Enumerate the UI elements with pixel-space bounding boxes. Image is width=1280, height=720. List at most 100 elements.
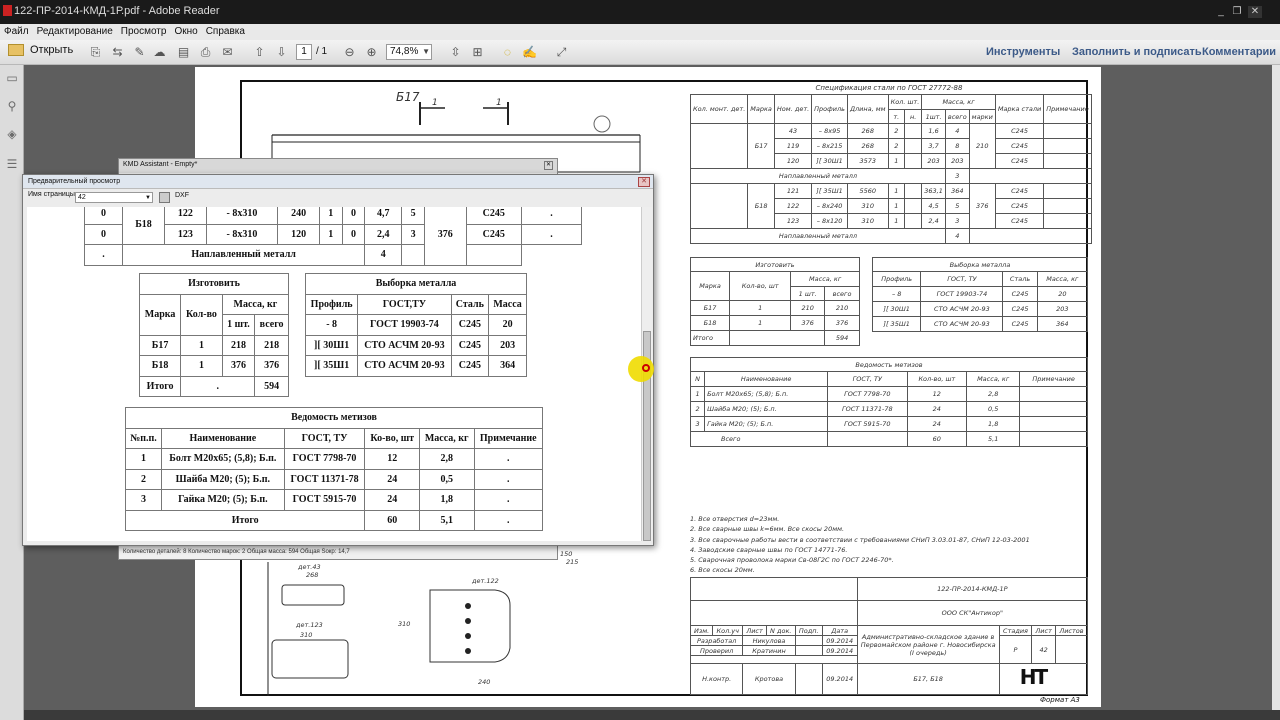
- stamp-code: 122-ПР-2014-КМД-1Р: [856, 577, 1089, 601]
- pv-spec-cell: 1: [318, 207, 343, 225]
- minimize-icon[interactable]: _: [1214, 6, 1228, 18]
- page-up-icon[interactable]: ⇧: [252, 45, 267, 60]
- bolts-cell: 3: [689, 416, 706, 432]
- preview-bolts-table: Ведомость метизов №п.п. Наименование ГОС…: [124, 407, 543, 531]
- pv-spec-cell: [401, 244, 467, 266]
- spec-head: Длина, мм: [846, 94, 889, 124]
- comments-link[interactable]: Комментарии: [1202, 46, 1276, 58]
- kmd-close-icon[interactable]: ✕: [544, 161, 553, 170]
- pv-make-head: всего: [254, 314, 289, 336]
- metal-cell: С245: [1002, 316, 1038, 332]
- open-button[interactable]: Открыть: [8, 44, 73, 57]
- zoom-out-icon[interactable]: ⊖: [342, 45, 357, 60]
- save-icon[interactable]: [159, 192, 170, 203]
- bolts-cell: [1019, 386, 1088, 402]
- section-num-right: 1: [496, 98, 502, 108]
- bolts-cell: [1019, 431, 1088, 447]
- menu-file[interactable]: Файл: [0, 24, 33, 39]
- hole-mark: [465, 648, 471, 654]
- preview-make-table: Изготовить Марка Кол-во Масса, кг 1 шт. …: [138, 273, 290, 397]
- zoom-in-icon[interactable]: ⊕: [364, 45, 379, 60]
- pv-spec-cell: .: [521, 223, 582, 245]
- pv-spec-mark: Б18: [122, 207, 165, 245]
- make-title: Изготовить: [690, 257, 860, 272]
- window-title: 122-ПР-2014-КМД-1Р.pdf - Adobe Reader: [14, 5, 220, 17]
- detail-123-label: дет.123: [296, 621, 323, 629]
- make-head: Масса, кг: [790, 271, 860, 287]
- pv-bolts-head: Наименование: [161, 427, 285, 449]
- pv-make-head: Масса, кг: [221, 293, 290, 315]
- stamp-chk-date: 09.2014: [821, 645, 858, 656]
- spec-cell: С245: [994, 138, 1045, 154]
- pv-metal-cell: С245: [450, 355, 490, 377]
- tools-link[interactable]: Инструменты: [986, 46, 1060, 58]
- menu-edit[interactable]: Редактирование: [33, 24, 117, 39]
- make-cell: [729, 330, 826, 346]
- spec-cell: – 8х95: [811, 123, 848, 139]
- pv-spec-cell: - 8x310: [205, 207, 279, 225]
- document-scrollbar[interactable]: [1272, 65, 1280, 710]
- pv-bolts-title: Ведомость метизов: [125, 407, 543, 429]
- stamp-project: Административно-складское здание в Перво…: [856, 625, 1000, 664]
- stamp-role: Дата: [821, 625, 858, 636]
- save-icon[interactable]: ▤: [176, 45, 191, 60]
- stamp-role: Кол.уч: [712, 625, 744, 636]
- zoom-select[interactable]: 74,8% ▼: [386, 44, 432, 60]
- spec-cell: [1043, 123, 1092, 139]
- preview-close-icon[interactable]: ✕: [638, 177, 650, 187]
- pv-make-title: Изготовить: [139, 273, 289, 295]
- detail-122-width: 240: [478, 678, 491, 686]
- make-cell: 376: [824, 315, 860, 331]
- create-pdf-icon[interactable]: ⎘: [88, 45, 103, 60]
- comment-icon[interactable]: ◌: [500, 45, 515, 60]
- menu-help[interactable]: Справка: [202, 24, 249, 39]
- spec-cell: 364: [944, 183, 970, 199]
- highlight-icon[interactable]: ✍: [522, 45, 537, 60]
- cloud-icon[interactable]: ☁: [152, 45, 167, 60]
- print-icon[interactable]: ⎙: [198, 45, 213, 60]
- bolts-cell: 24: [906, 416, 968, 432]
- menu-window[interactable]: Окно: [170, 24, 201, 39]
- pv-metal-cell: - 8: [304, 314, 359, 336]
- pv-spec-cell: 2,4: [364, 223, 403, 245]
- page-name-select[interactable]: 42 ▼: [75, 192, 153, 203]
- spec-cell: С245: [994, 153, 1045, 169]
- spec-mark-mass: 210: [968, 123, 996, 169]
- email-icon[interactable]: ✉: [220, 45, 235, 60]
- layers-icon[interactable]: ◈: [5, 127, 19, 141]
- spec-cell: 121: [773, 183, 813, 199]
- drawing-notes: 1. Все отверстия d=23мм. 2. Все сварные …: [690, 514, 1030, 576]
- spec-head: Марка стали: [994, 94, 1045, 124]
- note: 2. Все сварные швы k=6мм. Все скосы 20мм…: [690, 525, 845, 534]
- pages-icon[interactable]: ▭: [5, 71, 19, 85]
- edit-icon[interactable]: ✎: [132, 45, 147, 60]
- dxf-label[interactable]: DXF: [175, 192, 189, 199]
- company-logo: НТ: [1019, 665, 1048, 689]
- close-icon[interactable]: ✕: [1248, 6, 1262, 18]
- attachment-icon[interactable]: ⚲: [5, 99, 19, 113]
- bolts-head: Кол-во, шт: [906, 371, 968, 387]
- page-down-icon[interactable]: ⇩: [274, 45, 289, 60]
- bolts-head: Масса, кг: [966, 371, 1021, 387]
- expand-icon[interactable]: ⤢: [554, 45, 569, 60]
- fit-width-icon[interactable]: ⊞: [470, 45, 485, 60]
- menu-view[interactable]: Просмотр: [117, 24, 171, 39]
- spec-cell: [904, 123, 923, 139]
- preview-window: Предварительный просмотр ✕ Имя страницы …: [22, 174, 654, 546]
- fill-sign-link[interactable]: Заполнить и подписать: [1072, 46, 1202, 58]
- maximize-icon[interactable]: ❐: [1230, 6, 1244, 18]
- stamp-cell: [690, 577, 858, 601]
- make-cell: Б17: [689, 300, 731, 316]
- spec-cell: [968, 228, 1092, 244]
- metal-cell: С245: [1002, 301, 1038, 317]
- spec-cell: – 8х215: [811, 138, 848, 154]
- page-number-input[interactable]: 1: [296, 44, 312, 60]
- detail-123-length: 310: [300, 631, 313, 639]
- pv-metal-cell: 20: [488, 314, 527, 336]
- convert-icon[interactable]: ⇆: [110, 45, 125, 60]
- bookmarks-icon[interactable]: ☰: [5, 157, 19, 171]
- spec-head: Примечание: [1043, 94, 1092, 124]
- pv-bolts-cell: .: [473, 468, 543, 490]
- fit-page-icon[interactable]: ⇳: [448, 45, 463, 60]
- stamp-stage: Р: [998, 635, 1033, 664]
